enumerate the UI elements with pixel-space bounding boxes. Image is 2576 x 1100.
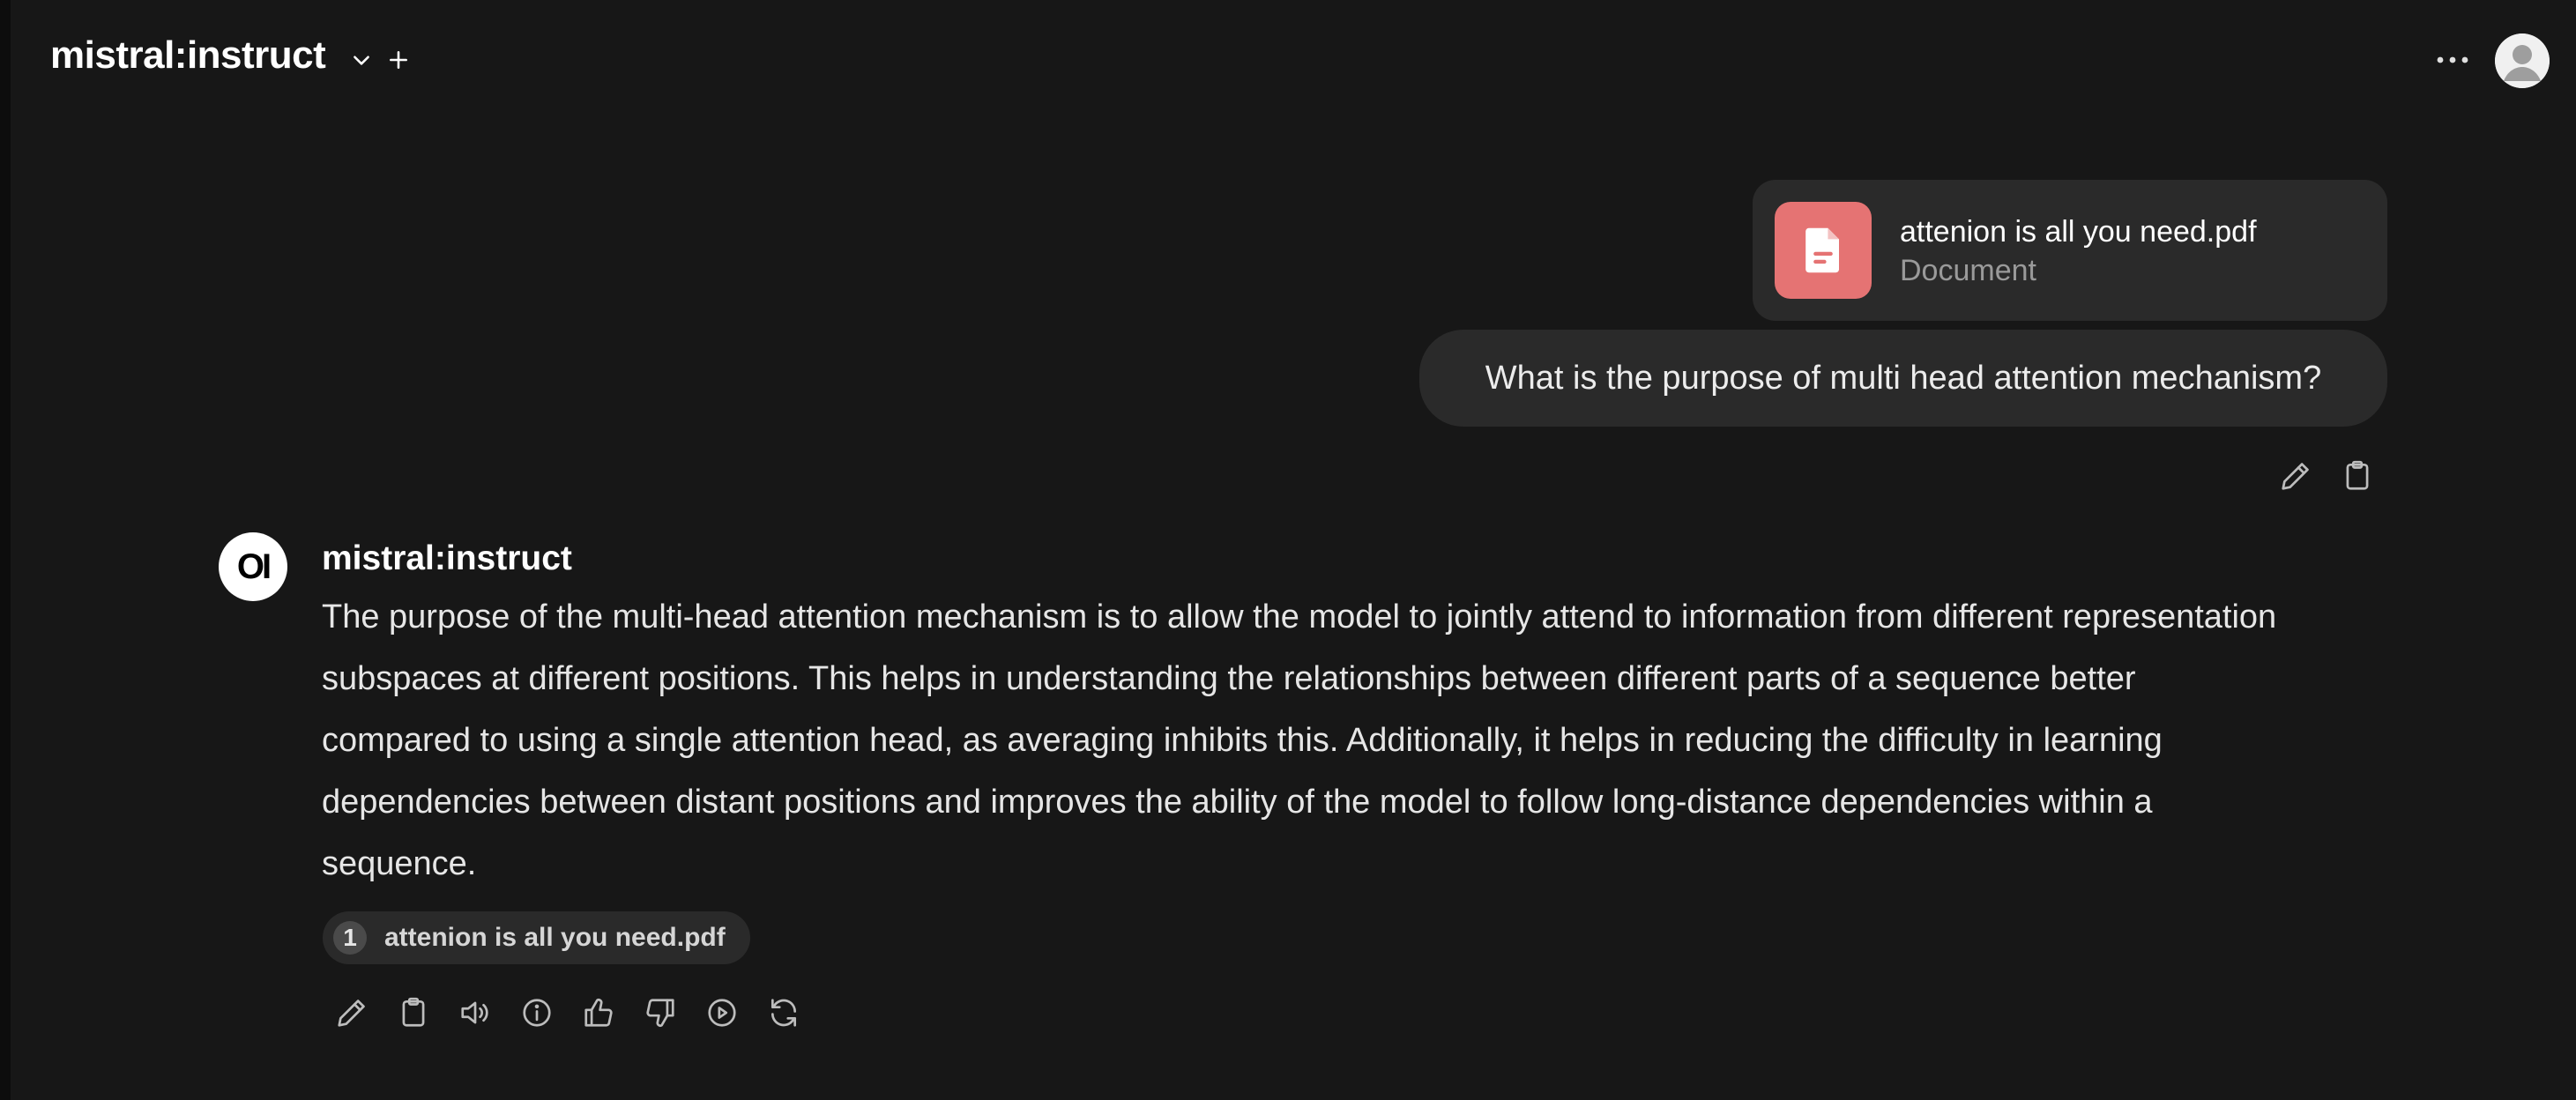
speaker-icon[interactable] <box>455 992 495 1033</box>
thumbs-down-icon[interactable] <box>640 992 681 1033</box>
chat-header: mistral:instruct <box>11 0 2576 120</box>
message-line: sequence. <box>322 845 477 882</box>
assistant-logo-text: OI <box>236 546 272 586</box>
pencil-icon[interactable] <box>331 992 372 1033</box>
info-icon[interactable] <box>517 992 557 1033</box>
document-icon <box>1775 202 1872 299</box>
thumbs-up-icon[interactable] <box>578 992 619 1033</box>
clipboard-icon[interactable] <box>2338 457 2377 495</box>
chevron-down-icon[interactable] <box>344 42 379 78</box>
message-line: The purpose of the multi-head attention … <box>322 598 2277 635</box>
citation-label: attenion is all you need.pdf <box>384 923 726 952</box>
user-message-text: What is the purpose of multi head attent… <box>1485 359 2322 397</box>
citation-chip[interactable]: 1 attenion is all you need.pdf <box>323 911 750 964</box>
play-icon[interactable] <box>702 992 742 1033</box>
more-icon[interactable] <box>2426 42 2479 78</box>
file-name: attenion is all you need.pdf <box>1900 215 2257 249</box>
message-line: dependencies between distant positions a… <box>322 784 2153 821</box>
assistant-name: mistral:instruct <box>322 539 572 577</box>
clipboard-icon[interactable] <box>393 992 434 1033</box>
plus-icon[interactable] <box>381 42 416 78</box>
assistant-logo: OI <box>219 532 287 601</box>
user-message-bubble: What is the purpose of multi head attent… <box>1419 330 2387 427</box>
file-attachment-card[interactable]: attenion is all you need.pdf Document <box>1753 180 2387 321</box>
model-selector-title[interactable]: mistral:instruct <box>50 33 326 78</box>
assistant-message: The purpose of the multi-head attention … <box>322 586 2402 895</box>
message-line: subspaces at different positions. This h… <box>322 660 2136 697</box>
regenerate-icon[interactable] <box>763 992 804 1033</box>
citation-number: 1 <box>333 921 367 955</box>
file-type: Document <box>1900 254 2036 287</box>
message-line: compared to using a single attention hea… <box>322 722 2163 759</box>
sidebar-edge <box>0 0 11 1100</box>
pencil-icon[interactable] <box>2276 457 2315 495</box>
assistant-actions <box>331 992 804 1033</box>
avatar[interactable] <box>2495 33 2550 88</box>
